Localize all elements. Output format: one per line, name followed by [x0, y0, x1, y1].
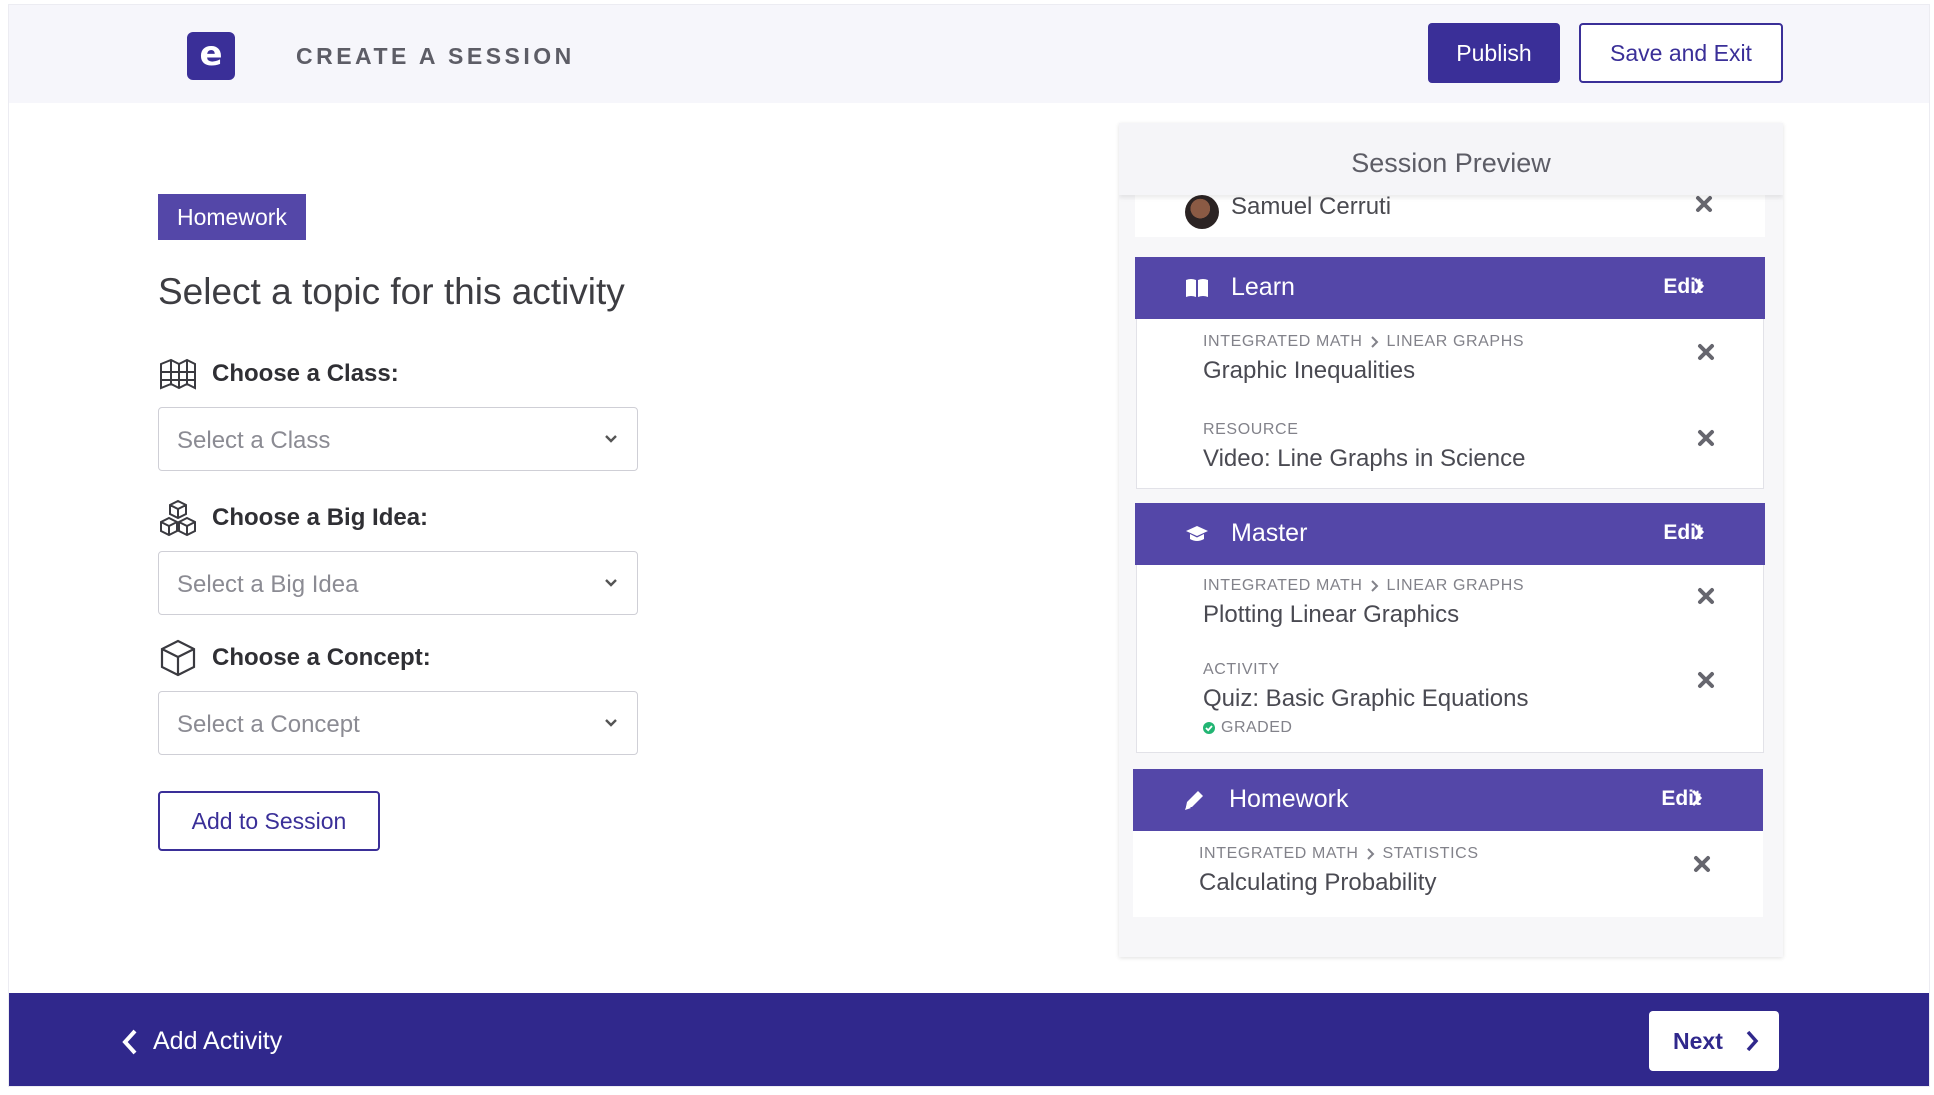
top-bar: e CREATE A SESSION Publish Save and Exit: [9, 5, 1929, 103]
section-header-master: Master Edit: [1135, 503, 1765, 565]
chevron-right-icon: [1370, 336, 1378, 348]
section-title-homework: Homework: [1229, 785, 1349, 813]
class-label-row: Choose a Class:: [158, 355, 399, 393]
cubes-icon: [160, 499, 196, 537]
item-title: Plotting Linear Graphics: [1203, 601, 1460, 628]
breadcrumb: INTEGRATED MATH LINEAR GRAPHS: [1203, 577, 1524, 595]
check-circle-icon: [1203, 722, 1215, 734]
breadcrumb-part: INTEGRATED MATH: [1199, 845, 1359, 862]
breadcrumb-part: RESOURCE: [1203, 421, 1299, 438]
concept-select-placeholder: Select a Concept: [177, 711, 360, 738]
avatar: [1185, 195, 1219, 229]
session-preview-panel: Session Preview Samuel Cerruti Learn Edi…: [1119, 123, 1783, 957]
chevron-right-icon: [1370, 580, 1378, 592]
chevron-down-icon: [605, 435, 617, 443]
graduation-cap-icon: [1186, 526, 1208, 541]
big-idea-select[interactable]: Select a Big Idea: [158, 551, 638, 615]
concept-select[interactable]: Select a Concept: [158, 691, 638, 755]
cube-icon: [160, 639, 196, 677]
breadcrumb-part: STATISTICS: [1382, 845, 1479, 862]
breadcrumb: INTEGRATED MATH LINEAR GRAPHS: [1203, 333, 1524, 351]
list-item[interactable]: RESOURCE Video: Line Graphs in Science: [1203, 421, 1525, 473]
activity-type-tag: Homework: [158, 194, 306, 240]
footer-bar: Add Activity Next: [9, 993, 1929, 1086]
item-title: Calculating Probability: [1199, 869, 1437, 896]
list-item[interactable]: ACTIVITY Quiz: Basic Graphic Equations G…: [1203, 661, 1529, 737]
chevron-right-icon: [1746, 1030, 1759, 1052]
publish-button[interactable]: Publish: [1428, 23, 1560, 83]
chevron-left-icon: [122, 1029, 137, 1054]
chevron-right-icon: [1691, 789, 1703, 807]
remove-student-close-icon[interactable]: [1695, 195, 1713, 213]
section-body-homework: INTEGRATED MATH STATISTICS Calculating P…: [1133, 831, 1763, 917]
app-window: e CREATE A SESSION Publish Save and Exit…: [8, 4, 1930, 1087]
breadcrumb: INTEGRATED MATH STATISTICS: [1199, 845, 1479, 863]
breadcrumb-part: ACTIVITY: [1203, 661, 1280, 678]
big-idea-select-placeholder: Select a Big Idea: [177, 571, 359, 598]
section-title-learn: Learn: [1231, 273, 1295, 301]
graded-status: GRADED: [1203, 719, 1529, 737]
big-idea-label-row: Choose a Big Idea:: [158, 499, 428, 537]
remove-item-close-icon[interactable]: [1697, 671, 1715, 689]
breadcrumb-part: LINEAR GRAPHS: [1386, 577, 1525, 594]
list-item[interactable]: INTEGRATED MATH STATISTICS Calculating P…: [1199, 845, 1479, 897]
graded-label: GRADED: [1221, 719, 1293, 736]
section-header-learn: Learn Edit: [1135, 257, 1765, 319]
section-body-master: INTEGRATED MATH LINEAR GRAPHS Plotting L…: [1136, 565, 1764, 753]
add-activity-back-link[interactable]: Add Activity: [121, 1027, 282, 1056]
breadcrumb-part: INTEGRATED MATH: [1203, 577, 1363, 594]
remove-item-close-icon[interactable]: [1697, 343, 1715, 361]
remove-item-close-icon[interactable]: [1697, 587, 1715, 605]
class-label: Choose a Class:: [212, 360, 399, 387]
section-title-master: Master: [1231, 519, 1308, 547]
class-select[interactable]: Select a Class: [158, 407, 638, 471]
chevron-right-icon: [1693, 277, 1705, 295]
chevron-right-icon: [1693, 523, 1705, 541]
big-idea-label: Choose a Big Idea:: [212, 504, 429, 531]
app-logo[interactable]: e: [187, 32, 235, 80]
chevron-down-icon: [605, 579, 617, 587]
map-icon: [160, 358, 196, 390]
next-button[interactable]: Next: [1649, 1011, 1779, 1071]
item-title: Video: Line Graphs in Science: [1203, 445, 1526, 472]
item-title: Graphic Inequalities: [1203, 357, 1416, 384]
class-select-placeholder: Select a Class: [177, 427, 331, 454]
concept-label-row: Choose a Concept:: [158, 639, 431, 677]
next-label: Next: [1673, 1028, 1723, 1054]
section-header-homework: Homework Edit: [1133, 769, 1763, 831]
section-body-learn: INTEGRATED MATH LINEAR GRAPHS Graphic In…: [1136, 319, 1764, 489]
form-heading: Select a topic for this activity: [158, 271, 625, 312]
student-name: Samuel Cerruti: [1231, 193, 1392, 220]
remove-item-close-icon[interactable]: [1693, 855, 1711, 873]
breadcrumb-part: LINEAR GRAPHS: [1386, 333, 1525, 350]
chevron-right-icon: [1366, 848, 1374, 860]
back-label: Add Activity: [153, 1027, 283, 1055]
save-and-exit-button[interactable]: Save and Exit: [1579, 23, 1783, 83]
list-item[interactable]: INTEGRATED MATH LINEAR GRAPHS Plotting L…: [1203, 577, 1524, 629]
breadcrumb: RESOURCE: [1203, 421, 1525, 439]
remove-item-close-icon[interactable]: [1697, 429, 1715, 447]
book-icon: [1186, 279, 1208, 297]
page-title: CREATE A SESSION: [296, 43, 575, 69]
breadcrumb: ACTIVITY: [1203, 661, 1529, 679]
list-item[interactable]: INTEGRATED MATH LINEAR GRAPHS Graphic In…: [1203, 333, 1524, 385]
breadcrumb-part: INTEGRATED MATH: [1203, 333, 1363, 350]
chevron-down-icon: [605, 719, 617, 727]
pencil-icon: [1185, 791, 1203, 810]
concept-label: Choose a Concept:: [212, 644, 431, 671]
session-preview-title: Session Preview: [1119, 123, 1783, 195]
item-title: Quiz: Basic Graphic Equations: [1203, 685, 1529, 712]
add-to-session-button[interactable]: Add to Session: [158, 791, 380, 851]
